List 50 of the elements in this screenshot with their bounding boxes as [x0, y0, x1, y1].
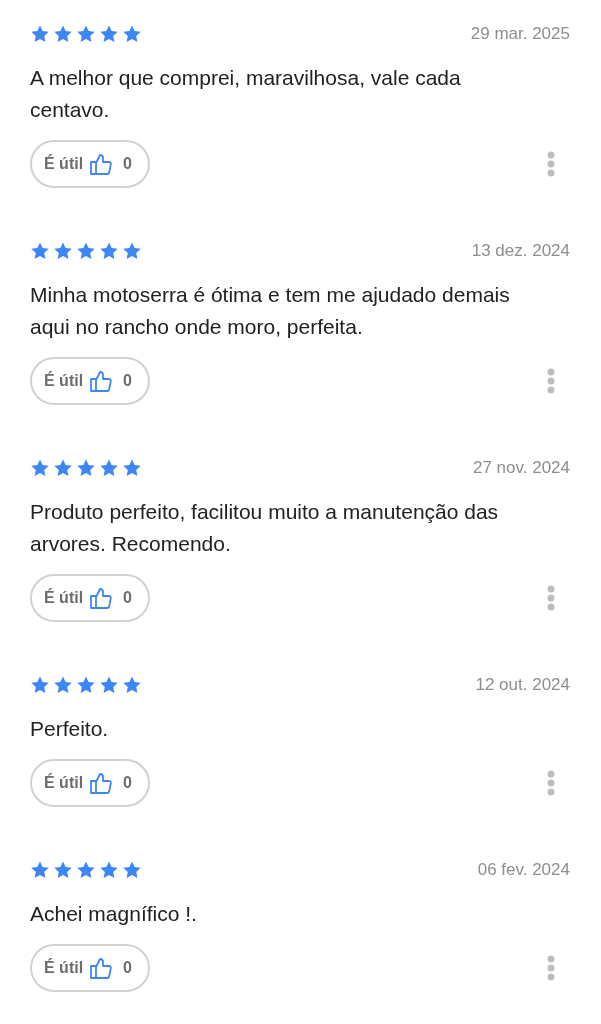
thumbs-up-icon	[89, 956, 114, 980]
helpful-button[interactable]: É útil 0	[30, 574, 150, 622]
more-options-icon[interactable]	[547, 368, 555, 394]
star-icon	[53, 458, 73, 478]
helpful-button[interactable]: É útil 0	[30, 140, 150, 188]
thumbs-up-icon	[89, 369, 114, 393]
star-icon	[30, 458, 50, 478]
thumbs-up-icon	[89, 586, 114, 610]
review-text: Produto perfeito, facilitou muito a manutenção das arvores. Recomendo.	[30, 499, 500, 557]
star-icon	[76, 24, 96, 44]
star-icon	[99, 860, 119, 880]
star-icon	[30, 860, 50, 880]
star-icon	[30, 24, 50, 44]
star-icon	[53, 860, 73, 880]
review-text: Perfeito.	[30, 716, 110, 742]
star-icon	[30, 675, 50, 695]
review-date: 06 fev. 2024	[477, 859, 570, 882]
star-icon	[99, 458, 119, 478]
star-icon	[30, 241, 50, 261]
review-date: 13 dez. 2024	[471, 240, 570, 263]
star-icon	[99, 24, 119, 44]
review-date: 27 nov. 2024	[472, 457, 570, 480]
star-icon	[53, 24, 73, 44]
star-icon	[76, 860, 96, 880]
more-options-icon[interactable]	[547, 585, 555, 611]
more-options-icon[interactable]	[547, 151, 555, 177]
star-icon	[53, 241, 73, 261]
thumbs-up-icon	[89, 771, 114, 795]
review-text: Achei magnífico !.	[30, 901, 198, 927]
review-date: 12 out. 2024	[475, 674, 570, 697]
helpful-button[interactable]: É útil 0	[30, 759, 150, 807]
star-icon	[99, 675, 119, 695]
star-icon	[76, 675, 96, 695]
helpful-button[interactable]: É útil 0	[30, 944, 150, 992]
more-options-icon[interactable]	[547, 955, 555, 981]
star-icon	[122, 241, 142, 261]
helpful-button[interactable]: É útil 0	[30, 357, 150, 405]
star-icon	[122, 458, 142, 478]
thumbs-up-icon	[89, 152, 114, 176]
star-icon	[122, 860, 142, 880]
star-icon	[53, 675, 73, 695]
star-icon	[76, 458, 96, 478]
review-text: A melhor que comprei, maravilhosa, vale cada centavo.	[30, 65, 462, 123]
review-text: Minha motoserra é ótima e tem me ajudado demais aqui no rancho onde moro, perfeita.	[30, 282, 511, 340]
review-date: 29 mar. 2025	[470, 23, 570, 46]
more-options-icon[interactable]	[547, 770, 555, 796]
star-icon	[99, 241, 119, 261]
star-icon	[122, 24, 142, 44]
star-icon	[76, 241, 96, 261]
star-icon	[122, 675, 142, 695]
